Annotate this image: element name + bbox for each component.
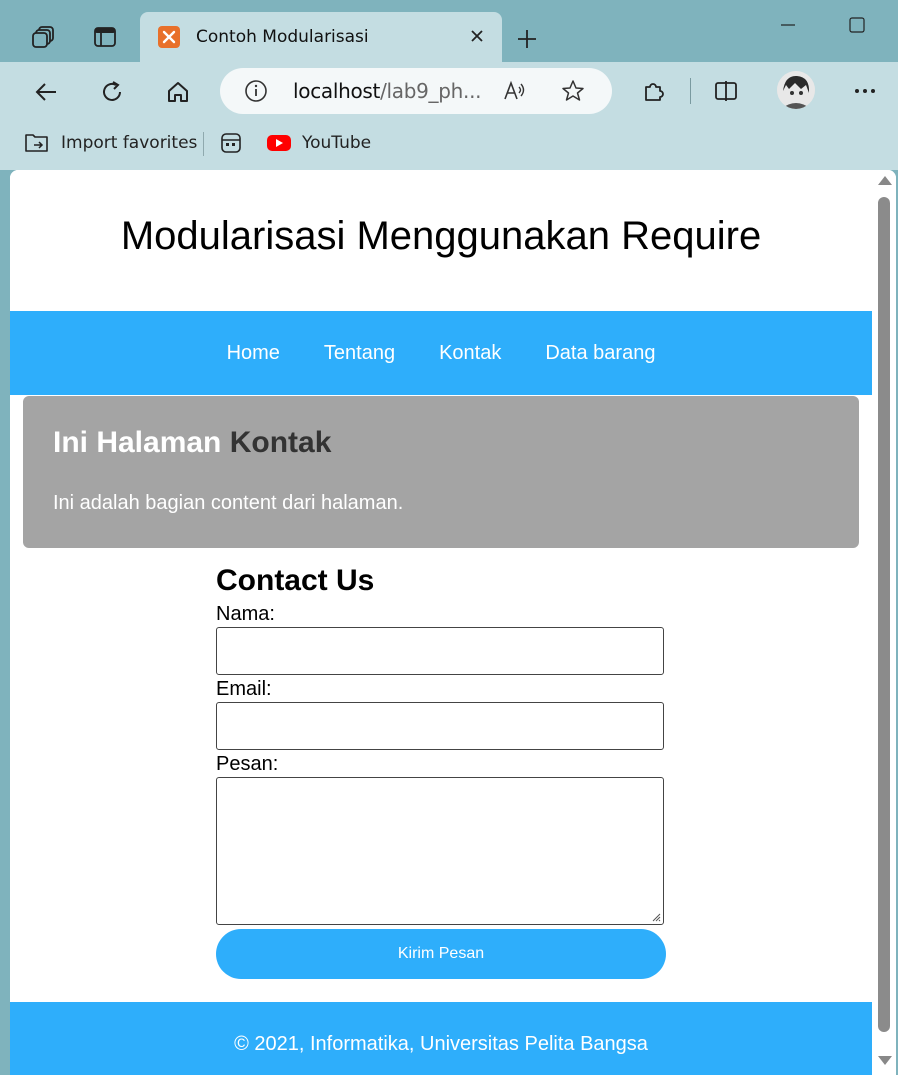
youtube-icon <box>267 135 291 151</box>
scroll-down-arrow-icon[interactable] <box>878 1056 892 1065</box>
email-field[interactable] <box>216 702 664 750</box>
hero-heading-prefix: Ini Halaman <box>53 426 222 459</box>
favorite-import[interactable]: Import favorites <box>24 130 197 156</box>
address-path: /lab9_ph... <box>380 79 482 103</box>
favorite-label: Import favorites <box>61 133 198 153</box>
favorites-bar: Import favorites YouTube <box>0 120 898 170</box>
maximize-icon[interactable] <box>842 10 872 40</box>
message-textarea[interactable] <box>216 777 664 925</box>
name-field[interactable] <box>216 627 664 675</box>
page-viewport: Modularisasi Menggunakan Require Home Te… <box>10 170 896 1075</box>
tab-bar: Contoh Modularisasi <box>0 0 898 62</box>
submit-button[interactable]: Kirim Pesan <box>216 929 666 979</box>
favorite-youtube[interactable]: YouTube <box>266 130 371 156</box>
toolbar-divider <box>690 78 691 104</box>
nav-link-tentang[interactable]: Tentang <box>324 342 395 365</box>
nav-link-kontak[interactable]: Kontak <box>439 342 501 365</box>
back-icon[interactable] <box>28 74 64 110</box>
xampp-favicon <box>158 26 180 48</box>
form-heading: Contact Us <box>216 564 375 597</box>
footer-text: © 2021, Informatika, Universitas Pelita … <box>234 1033 648 1055</box>
scroll-up-arrow-icon[interactable] <box>878 176 892 185</box>
active-tab[interactable]: Contoh Modularisasi <box>140 12 502 62</box>
hero-heading: Ini Halaman Kontak <box>53 426 331 460</box>
tab-actions-icon[interactable] <box>90 22 120 52</box>
page: Modularisasi Menggunakan Require Home Te… <box>10 170 872 1075</box>
hero-banner: Ini Halaman Kontak Ini adalah bagian con… <box>23 396 859 548</box>
hero-heading-accent: Kontak <box>229 426 332 459</box>
favorite-label: YouTube <box>302 133 372 153</box>
extensions-icon[interactable] <box>637 74 671 108</box>
resize-grip-icon[interactable] <box>651 912 661 922</box>
folder-import-icon <box>25 134 48 152</box>
site-nav: Home Tentang Kontak Data barang <box>10 311 872 395</box>
home-icon[interactable] <box>160 74 196 110</box>
contact-form: Contact Us Nama: Email: Pesan: Kirim Pes… <box>216 564 666 979</box>
nav-link-data-barang[interactable]: Data barang <box>545 342 655 365</box>
favorite-app[interactable] <box>219 130 243 156</box>
split-screen-icon[interactable] <box>709 74 743 108</box>
scrollbar[interactable] <box>873 170 896 1075</box>
address-bar[interactable]: localhost/lab9_ph... <box>220 68 612 114</box>
close-icon[interactable] <box>466 25 488 47</box>
browser-toolbar: localhost/lab9_ph... <box>0 62 898 120</box>
plus-icon[interactable] <box>512 24 542 54</box>
message-label: Pesan: <box>216 753 279 775</box>
scrollbar-thumb[interactable] <box>878 197 890 1032</box>
app-icon <box>221 133 241 153</box>
nav-link-home[interactable]: Home <box>227 342 280 365</box>
name-label: Nama: <box>216 603 275 625</box>
email-label: Email: <box>216 678 272 700</box>
read-aloud-icon[interactable] <box>502 78 528 104</box>
hero-text: Ini adalah bagian content dari halaman. <box>53 492 404 514</box>
refresh-icon[interactable] <box>94 74 130 110</box>
avatar[interactable] <box>777 71 815 109</box>
favorites-divider <box>203 132 204 156</box>
minimize-icon[interactable] <box>773 10 803 40</box>
tab-title: Contoh Modularisasi <box>196 27 369 47</box>
more-icon[interactable] <box>848 74 882 108</box>
address-url[interactable]: localhost/lab9_ph... <box>293 79 482 103</box>
address-host: localhost <box>293 79 381 103</box>
info-icon[interactable] <box>244 79 268 103</box>
site-title: Modularisasi Menggunakan Require <box>120 214 762 258</box>
site-footer: © 2021, Informatika, Universitas Pelita … <box>10 1002 872 1075</box>
workspaces-icon[interactable] <box>28 22 58 52</box>
star-icon[interactable] <box>560 78 586 104</box>
